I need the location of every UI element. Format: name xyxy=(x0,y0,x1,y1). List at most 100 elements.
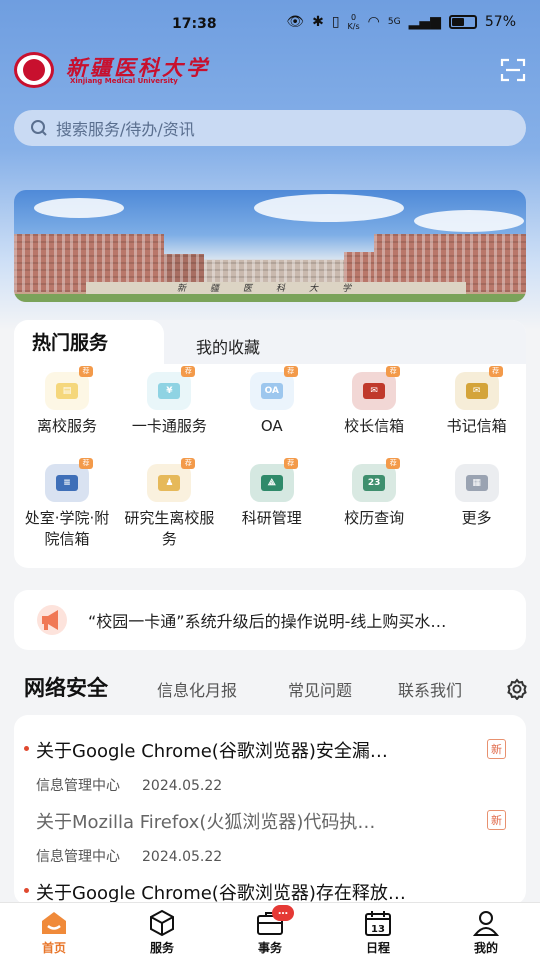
network-speed: 0 K/s xyxy=(347,13,360,31)
news-meta: 信息管理中心 2024.05.22 xyxy=(36,846,244,866)
nav-label: 我的 xyxy=(473,941,498,955)
calendar-icon: 23 荐 xyxy=(352,458,401,502)
oa-icon: OA 荐 xyxy=(249,366,298,410)
recommend-badge: 荐 xyxy=(386,366,401,377)
briefcase-icon xyxy=(216,909,324,937)
notification-badge: … xyxy=(272,905,294,921)
notice-text: “校园一卡通”系统升级后的操作说明-线上购买水… xyxy=(88,612,447,631)
services-card: 热门服务 我的收藏 ▤ 荐离校服务 ¥ 荐一卡通服务 OA 荐 OA ✉ 荐校长信箱 ✉ 荐书记信箱… xyxy=(14,320,526,568)
battery-percent: 57% xyxy=(484,14,516,30)
network-type: 5G xyxy=(387,17,401,27)
news-item[interactable]: 关于Mozilla Firefox(火狐浏览器)代码执… 新信息管理中心 2024.… xyxy=(14,808,526,874)
service-item[interactable]: ✉ 荐校长信箱 xyxy=(323,366,425,437)
search-icon xyxy=(31,120,47,136)
service-item[interactable]: ⟁ 荐科研管理 xyxy=(221,458,323,529)
campus-banner[interactable]: 新疆医科大学 xyxy=(14,190,526,302)
service-label: 处室·学院·附院信箱 xyxy=(24,509,110,548)
search-bar[interactable]: 搜索服务/待办/资讯 xyxy=(14,110,526,146)
service-label: 校历查询 xyxy=(344,509,405,527)
gear-icon[interactable] xyxy=(506,678,528,700)
nav-label: 日程 xyxy=(365,941,390,955)
tab-favorites[interactable]: 我的收藏 xyxy=(196,334,260,358)
service-label: 书记信箱 xyxy=(446,417,507,435)
news-list: 关于Google Chrome(谷歌浏览器)安全漏… 新信息管理中心 2024.05… xyxy=(14,715,526,905)
news-title: 关于Mozilla Firefox(火狐浏览器)代码执… xyxy=(36,812,376,833)
nav-item[interactable]: 我的 xyxy=(432,903,540,960)
tab-it-monthly[interactable]: 信息化月报 xyxy=(157,677,237,701)
nav-item[interactable]: … 事务 xyxy=(216,903,324,960)
service-label: 一卡通服务 xyxy=(131,417,207,435)
news-source: 信息管理中心 xyxy=(36,778,120,794)
nav-label: 首页 xyxy=(41,941,66,955)
nav-item[interactable]: 首页 xyxy=(0,903,108,960)
vibrate-icon: ▯ xyxy=(331,14,340,30)
grid-icon: ▦ xyxy=(454,464,499,502)
nav-label: 服务 xyxy=(149,941,174,955)
graduate-icon: ♟ 荐 xyxy=(147,458,196,502)
news-date: 2024.05.22 xyxy=(142,778,223,794)
mailbox-icon: ✉ 荐 xyxy=(352,366,401,410)
logo-english: Xinjiang Medical University xyxy=(70,77,178,85)
recommend-badge: 荐 xyxy=(283,366,298,377)
bottom-nav: 首页 服务 … 事务 13 日程 我的 xyxy=(0,902,540,960)
section-tabs: 网络安全 信息化月报 常见问题 联系我们 xyxy=(24,672,534,702)
service-label: 校长信箱 xyxy=(344,417,405,435)
service-item[interactable]: OA 荐 OA xyxy=(221,366,323,437)
status-time: 17:38 xyxy=(172,16,217,32)
nav-item[interactable]: 13 日程 xyxy=(324,903,432,960)
user-icon xyxy=(432,909,540,937)
wifi-icon: ◠ xyxy=(367,14,380,30)
recommend-badge: 荐 xyxy=(79,458,93,469)
news-title: 关于Google Chrome(谷歌浏览器)安全漏… xyxy=(36,741,388,762)
new-badge: 新 xyxy=(487,739,506,759)
recommend-badge: 荐 xyxy=(181,458,196,469)
service-label: OA xyxy=(260,417,283,435)
news-item[interactable]: 关于Google Chrome(谷歌浏览器)安全漏… 新信息管理中心 2024.05… xyxy=(14,737,526,803)
service-item[interactable]: ≡ 荐处室·学院·附院信箱 xyxy=(16,458,118,550)
status-bar: 17:38 👁 ✱ ▯ 0 K/s ◠ 5G ▂▄▆ 57% xyxy=(0,0,540,48)
service-item[interactable]: ♟ 荐研究生离校服务 xyxy=(118,458,220,550)
svg-text:13: 13 xyxy=(371,924,385,935)
nav-item[interactable]: 服务 xyxy=(108,903,216,960)
service-item[interactable]: ▦ 更多 xyxy=(426,464,528,529)
recommend-badge: 荐 xyxy=(488,366,503,377)
battery-icon xyxy=(448,15,477,29)
notice-bar[interactable]: “校园一卡通”系统升级后的操作说明-线上购买水… xyxy=(14,590,526,650)
mailbox-icon: ✉ 荐 xyxy=(454,366,503,410)
university-seal-icon xyxy=(14,52,54,88)
recommend-badge: 荐 xyxy=(283,458,298,469)
unread-dot xyxy=(24,888,29,893)
news-source: 信息管理中心 xyxy=(36,849,120,865)
scan-icon[interactable] xyxy=(500,58,526,82)
service-label: 研究生离校服务 xyxy=(124,509,215,548)
service-item[interactable]: 23 荐校历查询 xyxy=(323,458,425,529)
eye-icon: 👁 xyxy=(286,14,305,30)
certificate-icon: ▤ 荐 xyxy=(45,366,93,410)
search-placeholder: 搜索服务/待办/资讯 xyxy=(56,120,195,139)
tab-network-security[interactable]: 网络安全 xyxy=(24,672,108,702)
recommend-badge: 荐 xyxy=(181,366,196,377)
service-label: 科研管理 xyxy=(241,509,302,527)
tab-contact[interactable]: 联系我们 xyxy=(398,677,472,701)
nav-label: 事务 xyxy=(257,941,282,955)
tab-faq[interactable]: 常见问题 xyxy=(288,677,352,701)
news-date: 2024.05.22 xyxy=(142,849,223,865)
research-icon: ⟁ 荐 xyxy=(249,458,298,502)
service-item[interactable]: ¥ 荐一卡通服务 xyxy=(118,366,220,437)
new-badge: 新 xyxy=(487,810,506,830)
tab-hot-services[interactable]: 热门服务 xyxy=(14,320,164,366)
unread-dot xyxy=(24,746,29,751)
calendar-icon: 13 xyxy=(324,909,432,937)
megaphone-icon xyxy=(37,605,67,635)
news-meta: 信息管理中心 2024.05.22 xyxy=(36,775,244,795)
chat-icon: ≡ 荐 xyxy=(45,458,93,502)
service-label: 离校服务 xyxy=(36,417,97,435)
signal-icon: ▂▄▆ xyxy=(408,14,441,30)
recommend-badge: 荐 xyxy=(386,458,401,469)
app-header: 新疆医科大学 Xinjiang Medical University xyxy=(14,52,526,88)
cube-icon xyxy=(108,909,216,937)
service-item[interactable]: ✉ 荐书记信箱 xyxy=(426,366,528,437)
service-label: 更多 xyxy=(461,509,492,527)
service-item[interactable]: ▤ 荐离校服务 xyxy=(16,366,118,437)
bluetooth-icon: ✱ xyxy=(312,14,324,30)
